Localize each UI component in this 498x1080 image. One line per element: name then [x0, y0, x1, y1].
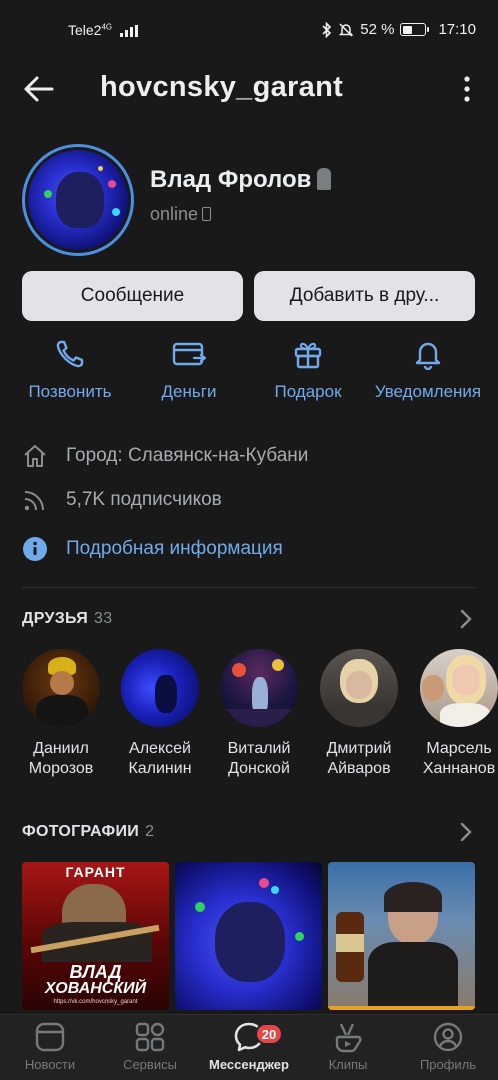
tab-label: Клипы [328, 1057, 368, 1072]
system-status: 52 % 17:10 [322, 21, 476, 38]
friend-avatar [121, 649, 199, 727]
city-text: Город: Славянск-на-Кубани [66, 445, 309, 466]
chevron-right-icon[interactable] [460, 609, 472, 629]
friend-card[interactable]: Дмитрий Айваров [311, 649, 407, 779]
mobile-device-icon [202, 207, 212, 221]
top-app-bar: hovcnsky_garant [0, 62, 498, 118]
friend-last-name: Ханнанов [422, 760, 496, 777]
quick-actions: Позвонить Деньги Подарок Уведомления [0, 338, 498, 410]
tab-messenger[interactable]: 20 Мессенджер [199, 1021, 299, 1072]
city-row: Город: Славянск-на-Кубани [22, 443, 308, 469]
friend-first-name: Алексей [129, 740, 191, 757]
home-icon [24, 445, 46, 467]
gift-action[interactable]: Подарок [246, 338, 370, 402]
online-status-text: online [150, 204, 199, 224]
notifications-label: Уведомления [374, 382, 482, 401]
poster-name-line-2: ХОВАНСКИЙ [44, 980, 147, 997]
chevron-right-icon[interactable] [460, 822, 472, 842]
news-icon [35, 1022, 65, 1052]
friend-avatar [420, 649, 498, 727]
friend-first-name: Дмитрий [326, 740, 392, 757]
photos-header[interactable]: ФОТОГРАФИИ 2 [22, 823, 154, 841]
rss-icon [24, 491, 44, 511]
add-friend-button[interactable]: Добавить в дру... [254, 271, 475, 321]
bell-icon [415, 342, 441, 370]
photos-title: ФОТОГРАФИИ [22, 823, 140, 840]
photo-thumbnail[interactable]: ГАРАНТ ВЛАД ХОВАНСКИЙ https://vk.com/hov… [22, 862, 169, 1010]
photo-thumbnail[interactable] [328, 862, 475, 1010]
friend-last-name: Калинин [128, 760, 192, 777]
profile-name: Влад Фролов [150, 166, 312, 193]
bottom-tab-bar: Новости Сервисы 20 Мессенджер Клипы Проф… [0, 1014, 498, 1080]
online-status: online [150, 204, 212, 225]
photo-thumbnail[interactable] [175, 862, 322, 1010]
friend-card[interactable]: Виталий Донской [211, 649, 307, 779]
bluetooth-icon [322, 21, 332, 38]
network-type: 4G [101, 22, 113, 32]
friend-card[interactable]: Марсель Ханнанов [411, 649, 498, 779]
more-options-icon[interactable] [462, 75, 472, 103]
friends-header[interactable]: ДРУЗЬЯ 33 [22, 610, 112, 628]
clock: 17:10 [438, 21, 476, 38]
friend-card[interactable]: Алексей Калинин [112, 649, 208, 779]
phone-icon [56, 340, 84, 368]
friend-avatar [220, 649, 298, 727]
money-action[interactable]: Деньги [127, 338, 251, 402]
friend-card[interactable]: Даниил Морозов [13, 649, 109, 779]
status-bar: Tele24G 52 % 17:10 [0, 0, 498, 62]
friend-avatar [320, 649, 398, 727]
followers-text: 5,7K подписчиков [66, 489, 222, 510]
followers-row[interactable]: 5,7K подписчиков [22, 487, 222, 513]
poster-url: https://vk.com/hovcnsky_garant [53, 999, 138, 1005]
tab-clips[interactable]: Клипы [298, 1021, 398, 1072]
call-label: Позвонить [28, 382, 112, 401]
friend-first-name: Виталий [227, 740, 291, 757]
tab-profile[interactable]: Профиль [398, 1021, 498, 1072]
profile-icon [433, 1022, 463, 1052]
money-label: Деньги [161, 382, 217, 401]
profile-avatar[interactable] [22, 144, 134, 256]
friends-title: ДРУЗЬЯ [22, 610, 89, 627]
back-arrow-icon[interactable] [22, 74, 56, 104]
tab-label: Новости [24, 1057, 76, 1072]
tab-label: Профиль [419, 1057, 477, 1072]
gift-label: Подарок [274, 382, 342, 401]
profile-name-row: Влад Фролов [150, 166, 332, 194]
friends-count: 33 [94, 610, 113, 627]
services-icon [135, 1022, 165, 1052]
photos-count: 2 [145, 823, 155, 840]
friend-last-name: Айваров [327, 760, 391, 777]
details-link[interactable]: Подробная информация [66, 538, 283, 560]
tab-news[interactable]: Новости [0, 1021, 100, 1072]
carrier-info: Tele24G [68, 22, 139, 38]
friend-first-name: Марсель [426, 740, 492, 757]
tab-label: Мессенджер [209, 1057, 289, 1072]
notifications-action[interactable]: Уведомления [366, 338, 490, 402]
call-action[interactable]: Позвонить [8, 338, 132, 402]
tab-services[interactable]: Сервисы [100, 1021, 200, 1072]
page-title: hovcnsky_garant [100, 71, 344, 103]
clips-icon [335, 1023, 362, 1053]
signal-icon [120, 25, 139, 38]
tab-label: Сервисы [123, 1057, 177, 1072]
battery-percent: 52 % [360, 21, 395, 38]
poster-top-text: ГАРАНТ [65, 864, 126, 880]
avatar-image [28, 150, 128, 250]
friend-last-name: Морозов [28, 760, 94, 777]
money-icon [172, 342, 206, 366]
unread-badge: 20 [255, 1023, 283, 1045]
gift-icon [294, 342, 322, 369]
info-icon [23, 537, 47, 561]
friend-avatar [22, 649, 100, 727]
moai-emoji-icon [317, 168, 332, 190]
details-row[interactable]: Подробная информация [22, 536, 283, 562]
message-button[interactable]: Сообщение [22, 271, 243, 321]
friend-first-name: Даниил [33, 740, 89, 757]
divider [22, 587, 476, 588]
friend-last-name: Донской [228, 760, 290, 777]
mute-bell-icon [338, 22, 354, 37]
carrier-name: Tele2 [68, 22, 102, 38]
battery-icon [400, 23, 430, 36]
